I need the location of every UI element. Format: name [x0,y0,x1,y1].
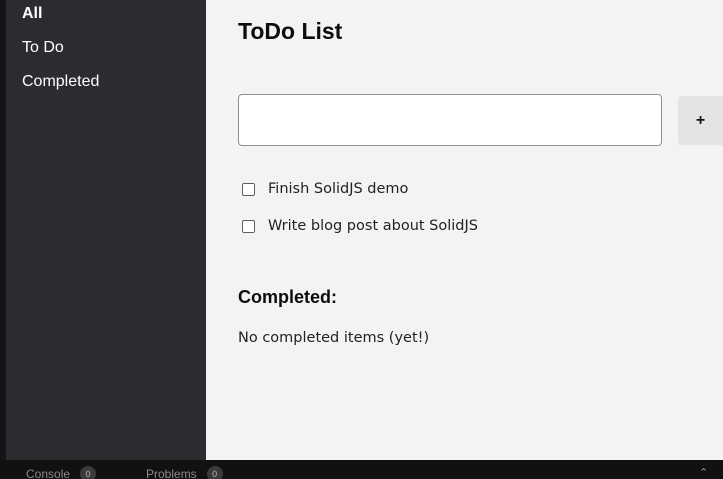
todo-checkbox[interactable] [242,219,255,233]
todo-checkbox[interactable] [242,182,255,196]
bottom-panel: Console 0 Problems 0 ⌃ [0,460,723,479]
problems-tab-label: Problems [146,467,197,479]
completed-heading: Completed: [238,287,337,307]
console-tab[interactable]: Console 0 [26,466,97,479]
todo-item: Finish SolidJS demo [242,181,408,197]
main-content: ToDo List + Finish SolidJS demo Write bl… [206,0,723,460]
sidebar-item-todo[interactable]: To Do [22,39,64,57]
sidebar-item-all[interactable]: All [22,5,42,23]
todo-text: Write blog post about SolidJS [268,218,478,234]
completed-empty-message: No completed items (yet!) [238,330,430,346]
problems-tab[interactable]: Problems 0 [146,466,223,479]
console-count-badge: 0 [80,466,97,479]
console-tab-label: Console [26,467,71,479]
chevron-up-icon[interactable]: ⌃ [699,466,708,479]
sidebar: All To Do Completed [6,0,206,460]
problems-count-badge: 0 [206,466,223,479]
todo-item: Write blog post about SolidJS [242,218,478,234]
sidebar-item-completed[interactable]: Completed [22,73,99,91]
page-title: ToDo List [238,18,343,44]
new-todo-input[interactable] [238,94,662,146]
todo-text: Finish SolidJS demo [268,181,409,197]
add-todo-button[interactable]: + [678,96,723,145]
